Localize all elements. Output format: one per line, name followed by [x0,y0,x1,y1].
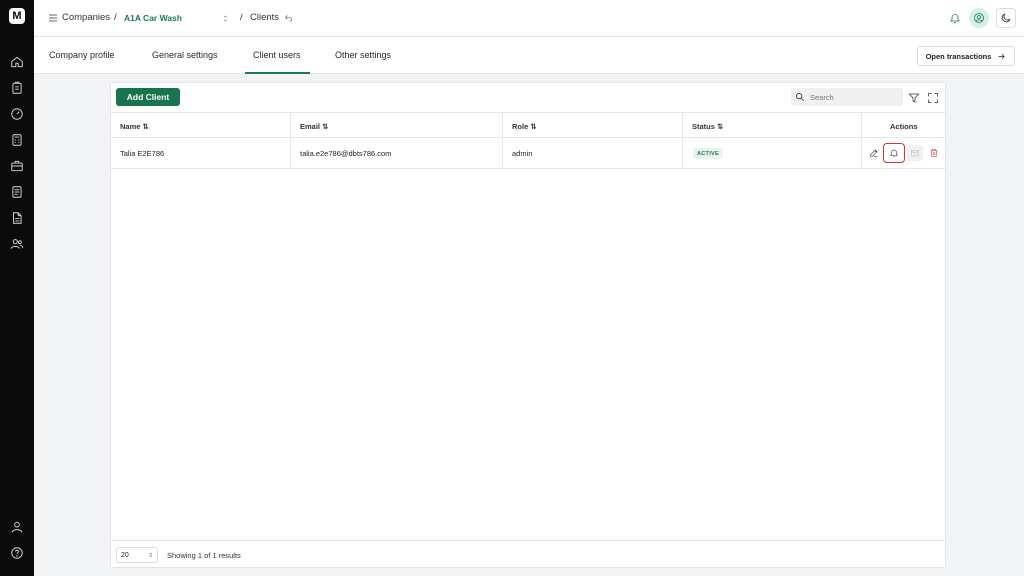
cell-email: talia.e2e786@dbts786.com [300,149,392,158]
search-input[interactable] [810,92,890,102]
account-avatar[interactable] [969,8,989,28]
column-header-name[interactable]: Name ⇅ [120,122,149,131]
cell-name: Talia E2E786 [120,149,165,158]
cell-role: admin [512,149,533,158]
top-bar: Companies / A1A Car Wash / Clients [34,0,1024,37]
edit-button[interactable] [867,146,881,160]
breadcrumb-current: Clients [250,12,280,23]
moon-icon [1001,13,1011,23]
breadcrumb-companies[interactable]: Companies [62,12,110,23]
page-size-select[interactable]: 20 ⇕ [116,547,158,563]
select-chevron-icon: ⇕ [147,552,153,559]
arrow-right-icon [998,53,1006,59]
tab-other-settings[interactable]: Other settings [335,50,391,60]
search-icon [796,93,805,102]
breadcrumb-separator: / [240,12,243,23]
help-icon[interactable] [10,546,24,560]
app-logo[interactable]: M [9,8,25,24]
tab-general-settings[interactable]: General settings [152,50,218,60]
home-icon[interactable] [10,55,24,69]
settings-tabs: Company profile General settings Client … [34,37,1024,74]
document-icon[interactable] [10,185,24,199]
tab-client-users[interactable]: Client users [253,50,301,60]
dashboard-gauge-icon[interactable] [10,107,24,121]
page-size-value: 20 [121,551,129,559]
column-header-actions: Actions [890,122,918,131]
table-footer: 20 ⇕ Showing 1 of 1 results [111,540,945,568]
status-badge: ACTIVE [693,148,723,159]
back-arrow-icon[interactable] [279,9,297,27]
clipboard-icon[interactable] [10,81,24,95]
column-header-email[interactable]: Email ⇅ [300,122,328,131]
dark-mode-toggle[interactable] [996,8,1016,28]
search-box[interactable] [791,88,903,106]
open-transactions-button[interactable]: Open transactions [917,46,1015,66]
briefcase-icon[interactable] [10,159,24,173]
users-icon[interactable] [10,237,24,251]
menu-icon[interactable] [44,9,62,27]
user-profile-icon[interactable] [10,520,24,534]
table-header: Name ⇅ Email ⇅ Role ⇅ Status ⇅ Actions [111,112,945,138]
add-client-button[interactable]: Add Client [116,88,180,106]
notification-settings-button[interactable] [883,143,905,163]
company-selector-chevron-icon[interactable] [216,9,234,27]
column-header-status[interactable]: Status ⇅ [692,122,723,131]
calculator-icon[interactable] [10,133,24,147]
tab-company-profile[interactable]: Company profile [49,50,115,60]
delete-button[interactable] [927,146,941,160]
notification-bell-icon[interactable] [946,9,964,27]
fullscreen-icon[interactable] [927,91,939,103]
client-users-card: Add Client Name ⇅ Email ⇅ Role ⇅ Status … [110,82,946,568]
breadcrumb-separator: / [114,12,117,23]
open-transactions-label: Open transactions [925,51,992,61]
filter-icon[interactable] [908,91,920,103]
active-tab-indicator [245,72,310,74]
report-icon[interactable] [10,211,24,225]
sidebar: M [0,0,34,576]
send-email-button[interactable] [907,145,923,161]
edit-pencil-icon [870,149,878,157]
bell-icon [889,149,899,158]
table-row[interactable]: Talia E2E786 talia.e2e786@dbts786.com ad… [111,138,945,169]
mail-icon [910,150,920,157]
column-header-role[interactable]: Role ⇅ [512,122,537,131]
results-summary: Showing 1 of 1 results [167,551,241,560]
trash-icon [930,148,938,158]
company-selector[interactable]: A1A Car Wash [124,13,182,23]
